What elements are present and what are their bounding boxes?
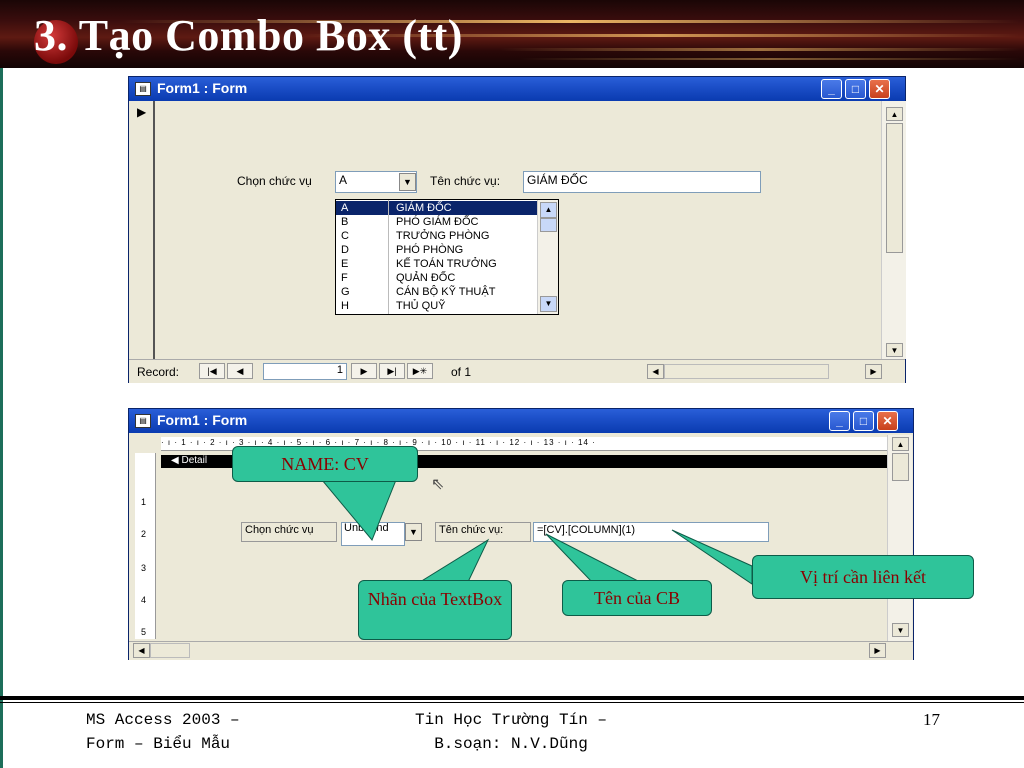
design-grid: Chọn chức vụ Unbound ▼ Tên chức vụ: =[CV… bbox=[161, 468, 887, 640]
form-client-area: Chọn chức vụ A ▼ Tên chức vụ: GIÁM ĐỐC A… bbox=[155, 101, 881, 359]
scroll-up-button[interactable]: ▲ bbox=[886, 107, 903, 121]
close-button[interactable]: ✕ bbox=[877, 411, 898, 431]
form-vertical-scrollbar[interactable]: ▲ ▼ bbox=[881, 101, 906, 359]
slide-title: 3. Tạo Combo Box (tt) bbox=[34, 11, 463, 60]
footer-divider bbox=[0, 696, 1024, 700]
previous-record-button[interactable]: ◀ bbox=[227, 363, 253, 379]
window-title: Form1 : Form bbox=[157, 80, 248, 96]
minimize-button[interactable]: _ bbox=[829, 411, 850, 431]
combo-dropdown-list[interactable]: A GIÁM ĐỐC B PHÓ GIÁM ĐỐC C TRƯỞNG PHÒNG DP… bbox=[335, 199, 559, 315]
record-label: Record: bbox=[137, 365, 180, 379]
footer-center: Tin Học Trường Tín – B.soạn: N.V.Dũng bbox=[414, 711, 608, 753]
scroll-right-button[interactable]: ▶ bbox=[865, 364, 882, 379]
record-selector[interactable]: ▶ bbox=[129, 101, 155, 359]
new-record-button[interactable]: ▶✳ bbox=[407, 363, 433, 379]
vertical-ruler: 1 2 3 4 5 bbox=[135, 453, 156, 639]
detail-section-label: ◀ Detail bbox=[171, 455, 208, 466]
scroll-down-button[interactable]: ▼ bbox=[892, 623, 909, 637]
title-bar[interactable]: ▤ Form1 : Form _ □ ✕ bbox=[129, 77, 905, 101]
last-record-button[interactable]: ▶| bbox=[379, 363, 405, 379]
callout-name-cv: NAME: CV bbox=[232, 446, 418, 482]
scroll-left-button[interactable]: ◀ bbox=[133, 643, 150, 658]
page-number: 17 bbox=[923, 710, 940, 729]
horizontal-scroll-thumb[interactable] bbox=[150, 643, 190, 658]
first-record-button[interactable]: |◀ bbox=[199, 363, 225, 379]
form-view-window: ▤ Form1 : Form _ □ ✕ ▶ Chọn chức vụ A ▼ … bbox=[128, 76, 906, 383]
position-combo-design[interactable]: Unbound bbox=[341, 522, 405, 546]
footer-divider-thin bbox=[0, 702, 1024, 703]
scroll-thumb[interactable] bbox=[540, 218, 557, 232]
horizontal-scroll-thumb[interactable] bbox=[664, 364, 829, 379]
position-name-textbox[interactable]: =[CV].[COLUMN](1) bbox=[533, 522, 769, 542]
form-icon: ▤ bbox=[135, 82, 151, 96]
list-item[interactable]: A GIÁM ĐỐC bbox=[336, 201, 537, 215]
title-banner: 3. Tạo Combo Box (tt) bbox=[0, 0, 1024, 68]
footer-left: MS Access 2003 – Form – Biểu Mẫu bbox=[86, 711, 240, 753]
next-record-button[interactable]: ▶ bbox=[351, 363, 377, 379]
position-name-label: Tên chức vụ: bbox=[430, 174, 501, 188]
mouse-cursor-icon: ⇖ bbox=[431, 476, 445, 493]
combo-dropdown-button[interactable]: ▼ bbox=[399, 173, 416, 191]
scroll-down-button[interactable]: ▼ bbox=[886, 343, 903, 357]
minimize-button[interactable]: _ bbox=[821, 79, 842, 99]
scroll-right-button[interactable]: ▶ bbox=[869, 643, 886, 658]
maximize-button[interactable]: □ bbox=[845, 79, 866, 99]
design-vertical-scrollbar[interactable]: ▲ ▼ bbox=[887, 435, 912, 641]
scroll-thumb[interactable] bbox=[886, 123, 903, 253]
record-of-label: of 1 bbox=[451, 365, 472, 379]
close-button[interactable]: ✕ bbox=[869, 79, 890, 99]
callout-link-position: Vị trí cần liên kết bbox=[752, 555, 974, 599]
title-bar[interactable]: ▤ Form1 : Form _ □ ✕ bbox=[129, 409, 913, 433]
combo-dropdown-button[interactable]: ▼ bbox=[405, 523, 422, 541]
record-number-input[interactable]: 1 bbox=[263, 363, 347, 380]
choose-position-label: Chọn chức vụ bbox=[237, 174, 312, 188]
current-record-icon: ▶ bbox=[137, 105, 147, 119]
callout-cb-name: Tên của CB bbox=[562, 580, 712, 616]
window-title: Form1 : Form bbox=[157, 412, 248, 428]
scroll-thumb[interactable] bbox=[892, 453, 909, 481]
choose-position-label[interactable]: Chọn chức vụ bbox=[241, 522, 337, 542]
callout-textbox-label: Nhãn của TextBox bbox=[358, 580, 512, 640]
scroll-down-button[interactable]: ▼ bbox=[540, 296, 557, 312]
maximize-button[interactable]: □ bbox=[853, 411, 874, 431]
scroll-up-button[interactable]: ▲ bbox=[540, 202, 557, 218]
position-name-label[interactable]: Tên chức vụ: bbox=[435, 522, 531, 542]
record-navigation-bar: Record: |◀ ◀ 1 ▶ ▶| ▶✳ of 1 ◀ ▶ bbox=[129, 359, 905, 383]
form-icon: ▤ bbox=[135, 414, 151, 428]
slide-left-border bbox=[0, 0, 3, 768]
position-name-textbox[interactable]: GIÁM ĐỐC bbox=[523, 171, 761, 193]
scroll-up-button[interactable]: ▲ bbox=[892, 437, 909, 451]
dropdown-scrollbar[interactable]: ▲ ▼ bbox=[537, 200, 558, 314]
design-horizontal-scrollbar[interactable]: ◀ ▶ bbox=[129, 641, 913, 660]
scroll-left-button[interactable]: ◀ bbox=[647, 364, 664, 379]
